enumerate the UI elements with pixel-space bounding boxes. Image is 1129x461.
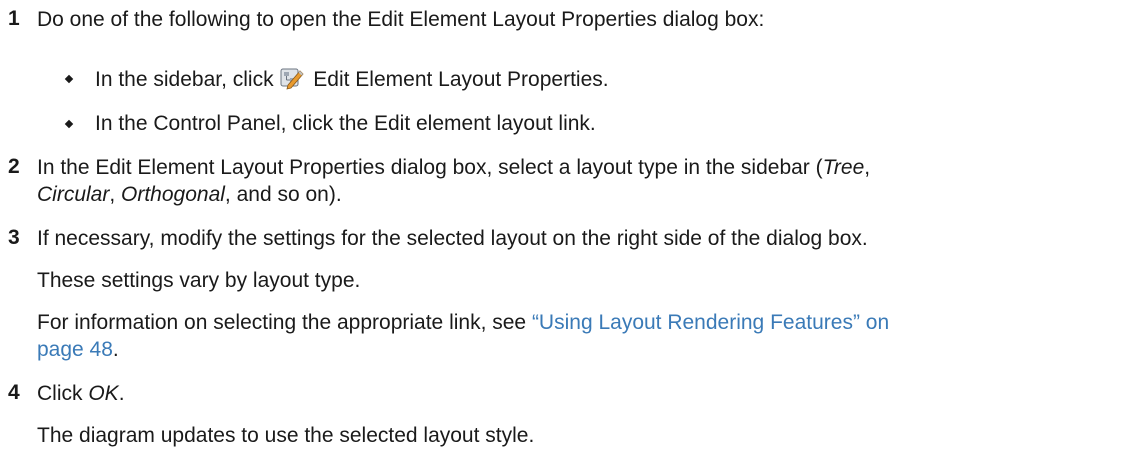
step-number-1: 1 (8, 7, 20, 30)
step-number-3: 3 (8, 226, 20, 249)
step-2-text: In the Edit Element Layout Properties di… (37, 156, 823, 179)
step-4-text-pre: Click (37, 382, 89, 405)
separator: , (109, 183, 122, 206)
bullet-1-prefix: In the sidebar, click (95, 68, 280, 91)
cross-reference-link-page[interactable]: page 48 (37, 338, 113, 361)
reference-end: . (112, 338, 119, 361)
step-3-text: If necessary, modify the settings for th… (37, 227, 868, 250)
bullet-marker (64, 74, 74, 84)
step-1-text: Do one of the following to open the Edit… (37, 8, 765, 31)
step-1-bullet-1: In the sidebar, click Edit Element Layou… (95, 66, 609, 93)
bullet-marker (64, 119, 74, 129)
step-2-text-end: , and so on). (224, 183, 342, 206)
step-3-reference-line-1: For information on selecting the appropr… (37, 310, 889, 336)
cross-reference-link[interactable]: “Using Layout Rendering Features” on (532, 311, 889, 334)
reference-text: For information on selecting the appropr… (37, 311, 532, 334)
separator: , (864, 156, 871, 179)
step-1-bullet-2: In the Control Panel, click the Edit ele… (95, 112, 596, 135)
bullet-1-suffix: Edit Element Layout Properties. (307, 68, 609, 91)
term-circular: Circular (37, 183, 110, 206)
step-3-reference-line-2: page 48. (37, 337, 119, 363)
term-orthogonal: Orthogonal (121, 183, 225, 206)
step-3-note: These settings vary by layout type. (37, 269, 361, 292)
term-ok: OK (88, 382, 119, 405)
step-4-result: The diagram updates to use the selected … (37, 424, 535, 447)
step-2-line-1: In the Edit Element Layout Properties di… (37, 155, 870, 181)
procedure-steps: 1 Do one of the following to open the Ed… (0, 0, 1129, 461)
edit-layout-properties-icon (279, 66, 304, 90)
step-number-2: 2 (8, 155, 20, 178)
step-2-line-2: Circular, Orthogonal, and so on). (37, 182, 342, 208)
term-tree: Tree (822, 156, 865, 179)
step-4-text: Click OK. (37, 381, 125, 407)
step-number-4: 4 (8, 381, 20, 404)
step-4-text-post: . (118, 382, 125, 405)
